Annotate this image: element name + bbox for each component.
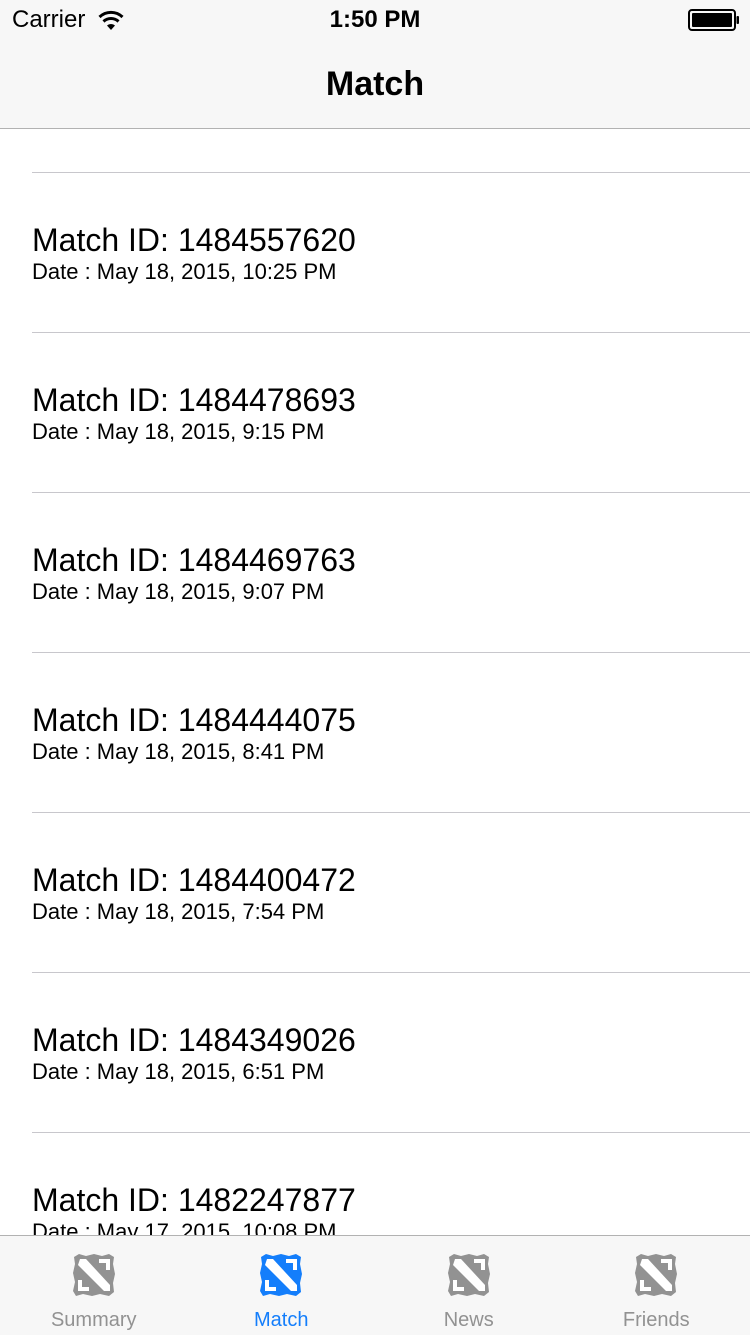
match-date-label: Date : May 18, 2015, 7:54 PM [32, 899, 324, 925]
match-row[interactable]: Match ID: 1484557620Date : May 18, 2015,… [32, 173, 750, 333]
tab-label: Summary [0, 1308, 188, 1332]
match-id-label: Match ID: 1482247877 [32, 1181, 356, 1219]
match-id-label: Match ID: 1484400472 [32, 861, 356, 899]
dota-logo-icon [71, 1252, 117, 1298]
match-date-label: Date : May 18, 2015, 8:41 PM [32, 739, 324, 765]
navigation-header: Carrier 1:50 PM Match [0, 0, 750, 129]
dota-logo-icon [633, 1252, 679, 1298]
tab-friends[interactable]: Friends [563, 1236, 750, 1335]
match-row[interactable]: Match ID: 1484469763Date : May 18, 2015,… [32, 493, 750, 653]
match-date-label: Date : May 18, 2015, 6:51 PM [32, 1059, 324, 1085]
match-row[interactable]: Match ID: 1482247877Date : May 17, 2015,… [32, 1133, 750, 1235]
dota-logo-icon [258, 1252, 304, 1298]
match-row[interactable]: Match ID: 1484444075Date : May 18, 2015,… [32, 653, 750, 813]
match-date-label: Date : May 18, 2015, 9:15 PM [32, 419, 324, 445]
tab-label: Friends [563, 1308, 750, 1332]
match-id-label: Match ID: 1484469763 [32, 541, 356, 579]
tab-summary[interactable]: Summary [0, 1236, 188, 1335]
status-bar: Carrier 1:50 PM [0, 0, 750, 40]
page-title: Match [0, 64, 750, 104]
match-date-label: Date : May 17, 2015, 10:08 PM [32, 1219, 337, 1235]
match-row[interactable]: Match ID: 1484349026Date : May 18, 2015,… [32, 973, 750, 1133]
battery-icon [688, 9, 740, 31]
match-row[interactable]: Match ID: 1484400472Date : May 18, 2015,… [32, 813, 750, 973]
match-row[interactable]: Match ID: 1484478693Date : May 18, 2015,… [32, 333, 750, 493]
match-rows: Match ID: 1484557620Date : May 18, 2015,… [0, 173, 750, 1235]
tab-label: Match [188, 1308, 376, 1332]
match-list[interactable]: Match ID: 1484557620Date : May 18, 2015,… [0, 129, 750, 1235]
tab-label: News [375, 1308, 563, 1332]
tab-match[interactable]: Match [188, 1236, 376, 1335]
match-date-label: Date : May 18, 2015, 9:07 PM [32, 579, 324, 605]
match-id-label: Match ID: 1484478693 [32, 381, 356, 419]
tab-news[interactable]: News [375, 1236, 563, 1335]
match-id-label: Match ID: 1484557620 [32, 221, 356, 259]
match-id-label: Match ID: 1484444075 [32, 701, 356, 739]
match-id-label: Match ID: 1484349026 [32, 1021, 356, 1059]
status-time: 1:50 PM [0, 6, 750, 34]
dota-logo-icon [446, 1252, 492, 1298]
tab-bar: SummaryMatchNewsFriends [0, 1235, 750, 1335]
match-date-label: Date : May 18, 2015, 10:25 PM [32, 259, 337, 285]
